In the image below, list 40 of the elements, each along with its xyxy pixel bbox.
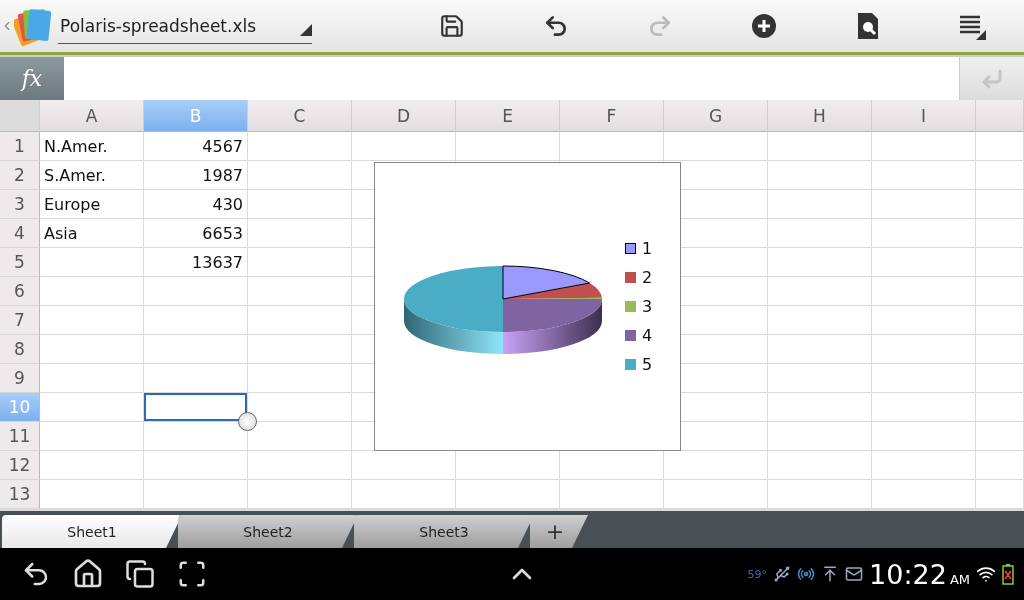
table-cell: N.Amer. xyxy=(40,132,144,161)
table-cell: Europe xyxy=(40,190,144,219)
row-header[interactable]: 5 xyxy=(0,248,40,277)
clock-time: 10:22 xyxy=(869,558,947,590)
row-header[interactable]: 12 xyxy=(0,451,40,480)
legend-label: 2 xyxy=(642,268,653,287)
row-header[interactable]: 4 xyxy=(0,219,40,248)
row-header[interactable]: 11 xyxy=(0,422,40,451)
file-name-dropdown[interactable]: Polaris-spreadsheet.xls xyxy=(58,8,312,44)
legend-label: 1 xyxy=(642,239,653,258)
table-cell: 6653 xyxy=(144,219,248,248)
column-header[interactable]: C xyxy=(248,100,352,132)
column-header[interactable]: A xyxy=(40,100,144,132)
legend-label: 3 xyxy=(642,297,653,316)
row-header[interactable]: 1 xyxy=(0,132,40,161)
table-cell: 13637 xyxy=(144,248,248,277)
table-cell: Asia xyxy=(40,219,144,248)
legend-label: 5 xyxy=(642,355,653,374)
column-header[interactable]: D xyxy=(352,100,456,132)
row-header[interactable]: 9 xyxy=(0,364,40,393)
column-header[interactable]: G xyxy=(664,100,768,132)
row-header[interactable]: 2 xyxy=(0,161,40,190)
column-header[interactable]: F xyxy=(560,100,664,132)
column-header[interactable]: E xyxy=(456,100,560,132)
row-header[interactable]: 3 xyxy=(0,190,40,219)
clock-meridiem: AM xyxy=(949,571,970,587)
table-cell: 1987 xyxy=(144,161,248,190)
table-cell: S.Amer. xyxy=(40,161,144,190)
row-header[interactable]: 7 xyxy=(0,306,40,335)
row-header[interactable]: 13 xyxy=(0,480,40,509)
column-header[interactable]: I xyxy=(872,100,976,132)
row-header[interactable]: 6 xyxy=(0,277,40,306)
row-header[interactable]: 8 xyxy=(0,335,40,364)
legend-label: 4 xyxy=(642,326,653,345)
column-header[interactable]: H xyxy=(768,100,872,132)
temperature-text: 59° xyxy=(747,567,768,581)
add-sheet-button[interactable]: + xyxy=(530,515,588,548)
table-cell: 4567 xyxy=(144,132,248,161)
table-cell: 430 xyxy=(144,190,248,219)
function-button[interactable]: fx xyxy=(0,57,64,100)
